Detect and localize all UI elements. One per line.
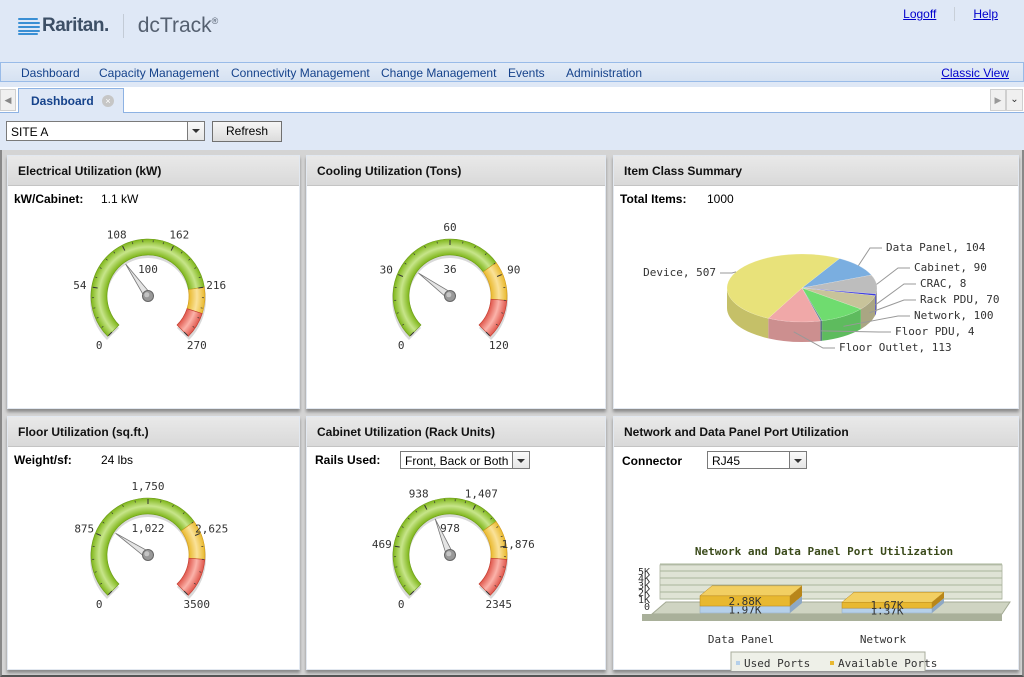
gauge-tick-label: 270 xyxy=(187,339,207,352)
bar-chart-x-tick: Data Panel xyxy=(708,633,774,646)
gauge-band-normal xyxy=(90,497,195,596)
gauge-tick-label: 1,876 xyxy=(502,538,535,551)
chevron-down-icon[interactable] xyxy=(187,122,204,140)
item-class-pie-chart: Data Panel, 104 Cabinet, 90 CRAC, 8 Rack PD… xyxy=(643,241,999,354)
gauge-tick-label: 120 xyxy=(489,339,509,352)
floor-gauge: 0 875 1,750 2,625 3500 1,022 xyxy=(74,480,228,611)
cooling-utilization-panel: Cooling Utilization (Tons) 0 30 60 90 120 36 xyxy=(306,155,606,409)
gauge-tick-label: 1,750 xyxy=(131,480,164,493)
item-class-summary-panel: Item Class Summary Total Items: 1000 Dat… xyxy=(613,155,1019,409)
app-header: Raritan. dcTrack® Logoff Help xyxy=(0,0,1024,62)
legend-swatch xyxy=(830,661,834,665)
gauge-tick-label: 2345 xyxy=(486,598,513,611)
gauge-tick-label: 1,407 xyxy=(465,488,498,501)
gauge-tick-label: 938 xyxy=(409,488,429,501)
electrical-utilization-panel: Electrical Utilization (kW) kW/Cabinet: … xyxy=(7,155,300,409)
legend-swatch xyxy=(736,661,740,665)
bar-data-label: 1.67K xyxy=(870,599,903,612)
bar-chart-floor-edge xyxy=(642,614,1002,621)
legend-label: Available Ports xyxy=(838,657,937,670)
raritan-logo-icon xyxy=(18,17,40,35)
help-link[interactable]: Help xyxy=(973,7,998,21)
tab-list-menu-icon[interactable]: ⌄ xyxy=(1006,89,1023,111)
pie-label-leader xyxy=(720,271,737,274)
tab-scroll-left-icon[interactable]: ◀ xyxy=(0,89,16,111)
refresh-button[interactable]: Refresh xyxy=(212,121,282,142)
brand-name: Raritan. xyxy=(42,15,109,36)
tab-strip: ◀ Dashboard × ▶ ⌄ xyxy=(0,87,1024,113)
cabinet-utilization-panel: Cabinet Utilization (Rack Units) Rails U… xyxy=(306,416,606,670)
gauge-tick-label: 60 xyxy=(443,221,456,234)
pie-data-label: Network, 100 xyxy=(914,309,993,322)
gauge-tick-label: 2,625 xyxy=(195,523,228,536)
bar-chart-y-tick: 5K xyxy=(638,567,650,578)
dashboard-toolbar: SITE A Refresh xyxy=(0,113,1024,150)
gauge-tick-label: 90 xyxy=(507,264,520,277)
logo-divider xyxy=(122,14,124,38)
pie-label-leader xyxy=(858,247,882,266)
gauge-needle-highlight xyxy=(144,551,150,557)
pie-label-leader xyxy=(875,283,916,306)
legend-label: Used Ports xyxy=(744,657,810,670)
product-name: dcTrack® xyxy=(137,14,219,37)
dashboard-content: Electrical Utilization (kW) kW/Cabinet: … xyxy=(0,150,1024,677)
gauge-tick-label: 0 xyxy=(398,339,405,352)
gauge-value-label: 36 xyxy=(443,263,456,276)
classic-view-link[interactable]: Classic View xyxy=(941,66,1009,80)
gauge-value-label: 978 xyxy=(440,522,460,535)
gauge-tick-label: 216 xyxy=(206,279,226,292)
pie-data-label: CRAC, 8 xyxy=(920,277,966,290)
menu-capacity-management[interactable]: Capacity Management xyxy=(99,66,219,80)
gauge-tick-label: 3500 xyxy=(184,598,211,611)
bar-chart-x-tick: Network xyxy=(860,633,907,646)
tab-close-icon[interactable]: × xyxy=(102,95,114,107)
pie-data-label: Cabinet, 90 xyxy=(914,261,987,274)
menu-administration[interactable]: Administration xyxy=(566,66,642,80)
gauge-tick-label: 54 xyxy=(73,279,87,292)
tab-label: Dashboard xyxy=(31,94,94,108)
gauge-needle-highlight xyxy=(446,551,452,557)
electrical-gauge: 0 54 108 162 216 270 100 xyxy=(73,229,226,352)
pie-data-label: Floor PDU, 4 xyxy=(895,325,975,338)
port-utilization-bar-chart: Network and Data Panel Port Utilization0… xyxy=(638,545,1011,671)
cooling-gauge: 0 30 60 90 120 36 xyxy=(380,221,521,352)
gauge-tick-label: 162 xyxy=(169,229,189,242)
bar-chart-group: Network and Data Panel Port Utilization0… xyxy=(638,545,1011,671)
site-select[interactable]: SITE A xyxy=(6,121,205,141)
gauge-band-critical xyxy=(176,308,203,337)
bar-chart-title: Network and Data Panel Port Utilization xyxy=(695,545,953,558)
gauge-tick-label: 108 xyxy=(107,229,127,242)
gauge-needle-highlight xyxy=(144,292,150,298)
gauge-value-label: 100 xyxy=(138,263,158,276)
tab-dashboard[interactable]: Dashboard × xyxy=(18,88,124,113)
main-menu-bar: Dashboard Capacity Management Connectivi… xyxy=(0,62,1024,82)
logo: Raritan. dcTrack® xyxy=(18,14,218,38)
gauge-needle-highlight xyxy=(446,292,452,298)
logoff-link[interactable]: Logoff xyxy=(903,7,936,21)
bar-data-label: 2.88K xyxy=(728,595,761,608)
gauge-tick-label: 0 xyxy=(96,598,103,611)
pie-label-leader xyxy=(876,267,910,285)
tab-scroll-right-icon[interactable]: ▶ xyxy=(990,89,1006,111)
pie-data-label: Data Panel, 104 xyxy=(886,241,986,254)
cabinet-gauge: 0 469 938 1,407 1,876 2345 978 xyxy=(372,488,535,611)
gauge-band-normal xyxy=(392,238,497,337)
site-select-value: SITE A xyxy=(11,125,49,139)
pie-data-label: Device, 507 xyxy=(643,266,716,279)
gauge-tick-label: 0 xyxy=(96,339,103,352)
gauge-value-label: 1,022 xyxy=(131,522,164,535)
gauge-tick-label: 30 xyxy=(380,264,393,277)
gauge-tick-label: 875 xyxy=(74,523,94,536)
menu-change-management[interactable]: Change Management xyxy=(381,66,496,80)
menu-events[interactable]: Events xyxy=(508,66,545,80)
menu-dashboard[interactable]: Dashboard xyxy=(21,66,80,80)
floor-utilization-panel: Floor Utilization (sq.ft.) Weight/sf: 24… xyxy=(7,416,300,670)
gauge-tick-label: 0 xyxy=(398,598,405,611)
port-utilization-panel: Network and Data Panel Port Utilization … xyxy=(613,416,1019,671)
menu-connectivity-management[interactable]: Connectivity Management xyxy=(231,66,370,80)
pie-data-label: Floor Outlet, 113 xyxy=(839,341,952,354)
gauge-tick-label: 469 xyxy=(372,538,392,551)
link-divider xyxy=(954,7,956,21)
pie-data-label: Rack PDU, 70 xyxy=(920,293,999,306)
